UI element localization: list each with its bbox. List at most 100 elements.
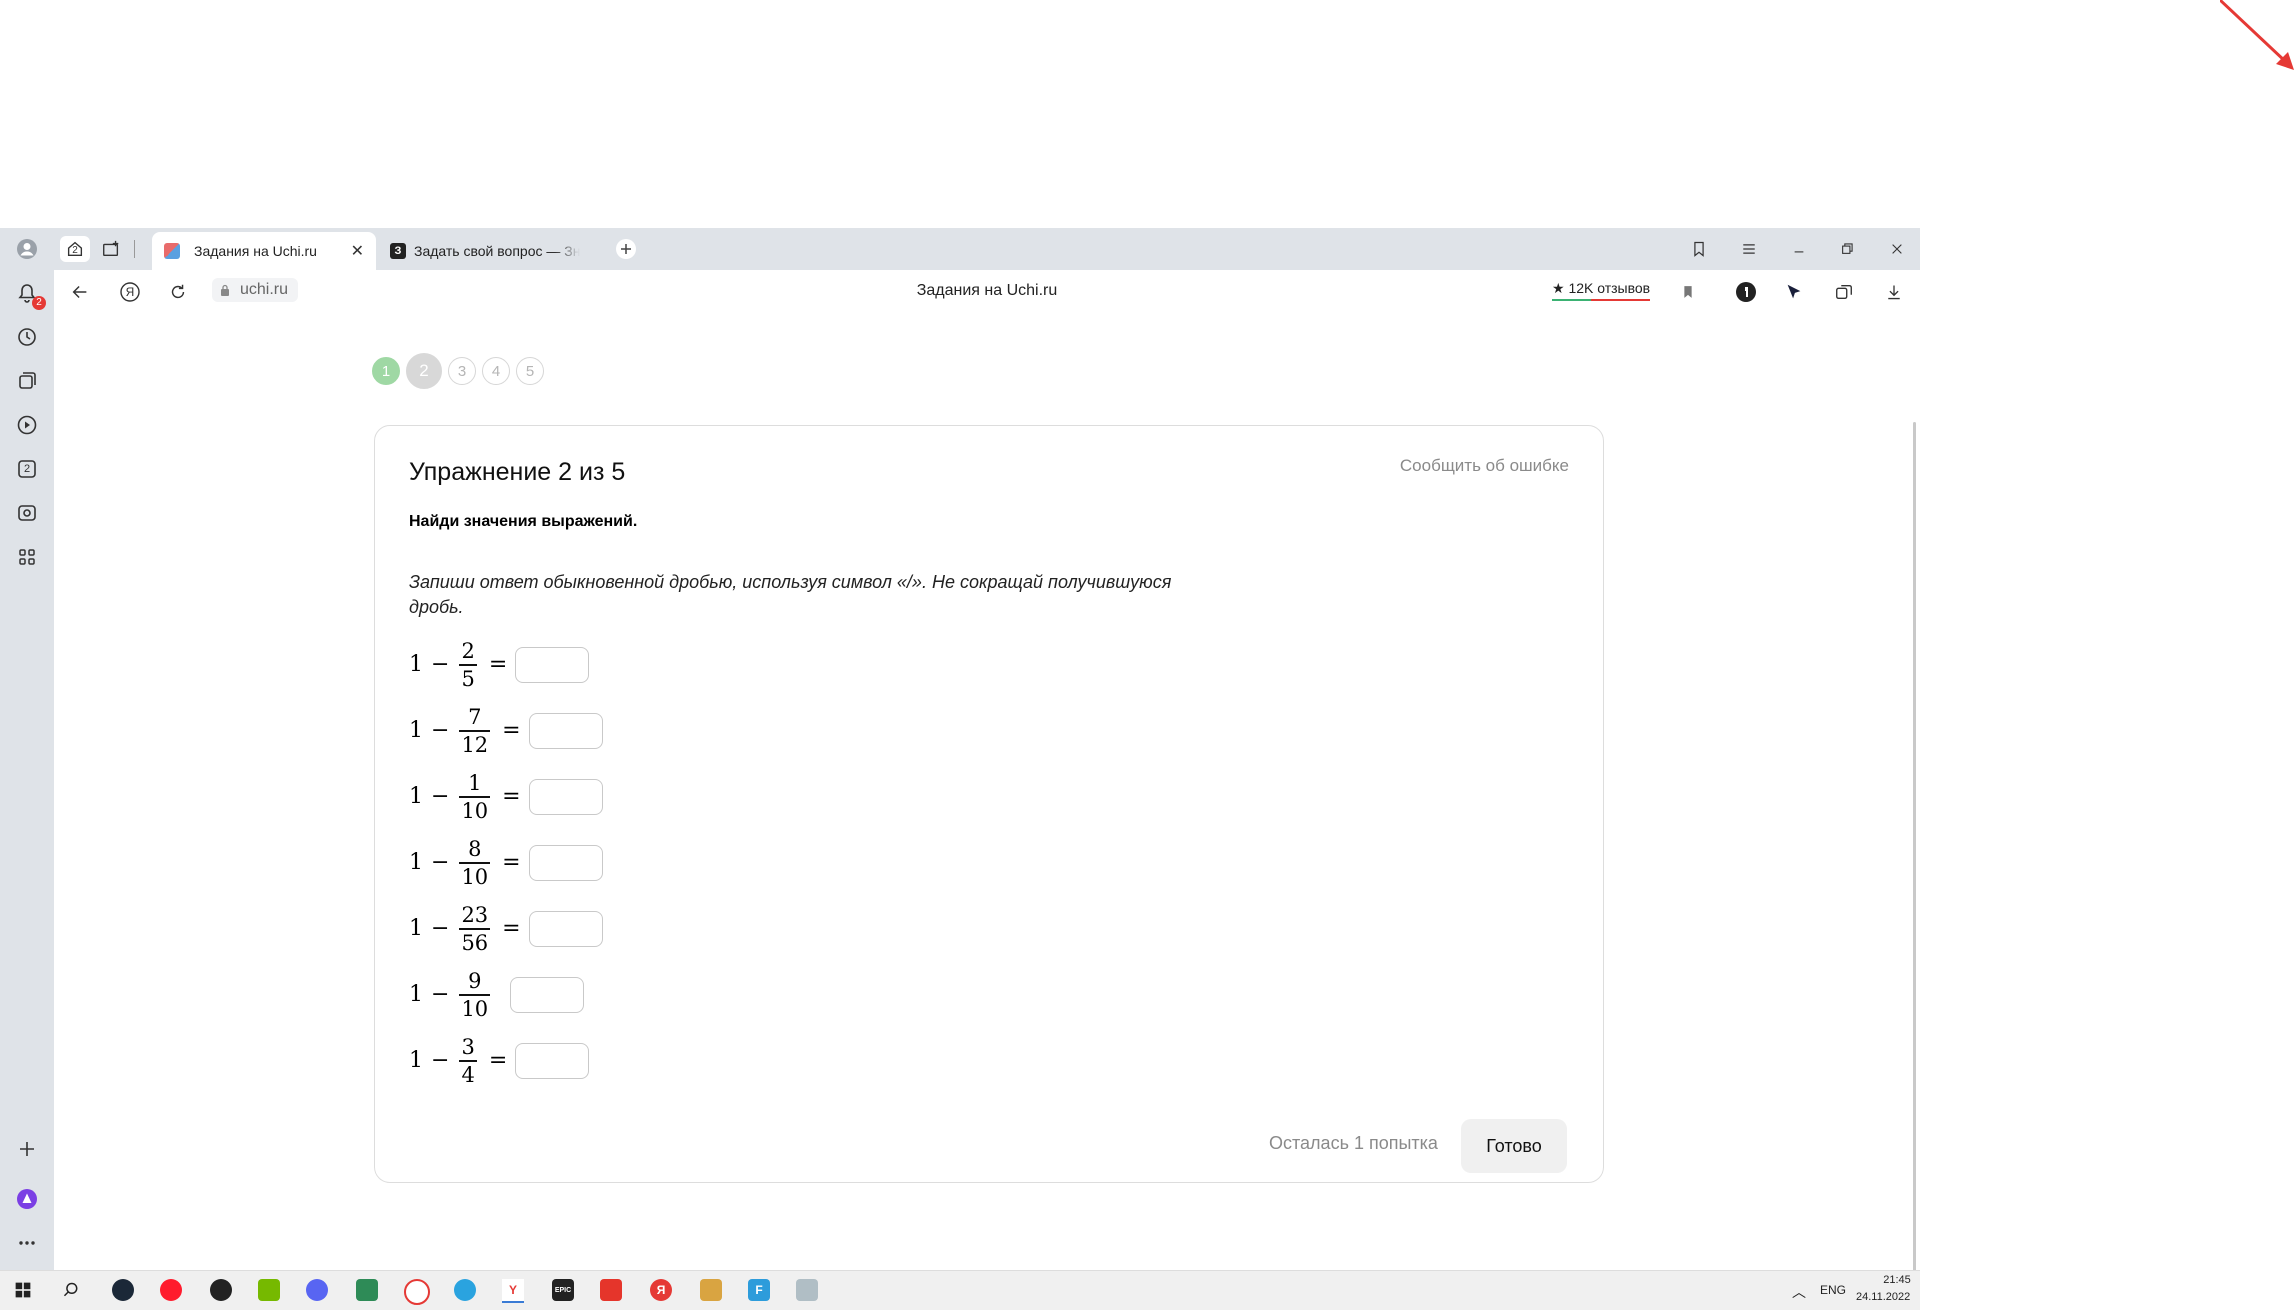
exercise-instruction: Найди значения выражений. — [409, 513, 638, 530]
step-3[interactable]: 3 — [448, 357, 476, 385]
play-icon[interactable] — [12, 410, 42, 440]
minus-sign: − — [431, 718, 450, 744]
cs-go-icon[interactable] — [700, 1279, 722, 1301]
fraction: 1 10 — [459, 770, 491, 824]
cursor-icon[interactable] — [1780, 278, 1808, 306]
report-error-link[interactable]: Сообщить об ошибке — [1400, 456, 1569, 476]
expression-row: 1−7 12 = — [409, 704, 603, 758]
profile-icon[interactable] — [12, 234, 42, 264]
anydesk-icon[interactable] — [600, 1279, 622, 1301]
bookmarks-icon[interactable] — [1684, 236, 1714, 262]
new-group-icon[interactable] — [96, 236, 126, 262]
yandex-icon-taskbar[interactable]: Я — [650, 1279, 672, 1301]
nvidia-icon[interactable] — [258, 1279, 280, 1301]
menu-icon[interactable] — [1734, 236, 1764, 262]
clock-date[interactable]: 24.11.2022 — [1856, 1291, 1910, 1303]
discord-icon[interactable] — [306, 1279, 328, 1301]
page-scrollbar[interactable] — [1913, 422, 1916, 1274]
whole-number: 1 — [409, 652, 423, 678]
opera-gx-icon[interactable] — [404, 1279, 430, 1305]
tray-chevron-icon[interactable]: ︿ — [1792, 1282, 1806, 1302]
download-icon[interactable] — [1880, 278, 1908, 306]
restore-icon[interactable] — [1832, 236, 1862, 262]
faceit-icon[interactable]: F — [748, 1279, 770, 1301]
fraction-numerator: 7 — [468, 705, 482, 729]
whole-number: 1 — [409, 1048, 423, 1074]
collections-icon[interactable] — [12, 366, 42, 396]
answer-input[interactable] — [515, 1042, 590, 1079]
fraction-numerator: 9 — [468, 969, 482, 993]
fraction-numerator: 23 — [461, 903, 489, 927]
windows-start-icon[interactable] — [12, 1279, 34, 1301]
answer-input[interactable] — [515, 646, 590, 683]
minimize-icon[interactable] — [1784, 236, 1814, 262]
whole-number: 1 — [409, 850, 423, 876]
expression-row: 1−2 5 = — [409, 638, 590, 692]
submit-button[interactable]: Готово — [1461, 1119, 1567, 1173]
cloud-app-icon[interactable] — [796, 1279, 818, 1301]
answer-input[interactable] — [528, 712, 603, 749]
minus-sign: − — [431, 850, 450, 876]
add-panel-icon[interactable] — [12, 1134, 42, 1164]
fraction-denominator: 10 — [461, 864, 489, 889]
language-indicator[interactable]: ENG — [1820, 1283, 1846, 1297]
tab-label: Задать свой вопрос — Зн — [414, 243, 581, 259]
fraction-denominator: 12 — [461, 732, 489, 757]
attempts-left: Осталась 1 попытка — [1269, 1133, 1438, 1153]
new-tab-button[interactable] — [614, 237, 638, 261]
bell-icon[interactable]: 2 — [12, 278, 46, 310]
reviews-badge[interactable]: ★ 12K отзывов — [1552, 280, 1651, 301]
exercise-card: Упражнение 2 из 5 Сообщить об ошибке Най… — [374, 425, 1604, 1183]
screenshot-icon[interactable] — [12, 498, 42, 528]
browser-window: 2 2 2 Задания на Uchi.ru ✕ З Задать свой… — [0, 228, 1920, 1274]
browser-sidebar: 2 2 — [0, 228, 54, 1270]
step-4[interactable]: 4 — [482, 357, 510, 385]
fraction-numerator: 8 — [468, 837, 482, 861]
equals-sign: = — [502, 718, 521, 744]
close-window-icon[interactable] — [1882, 236, 1912, 262]
exercise-steps: 1 2 3 4 5 — [372, 353, 544, 389]
tab-uchi[interactable]: Задания на Uchi.ru ✕ — [152, 232, 376, 270]
minecraft-icon[interactable] — [356, 1279, 378, 1301]
step-5[interactable]: 5 — [516, 357, 544, 385]
answer-input[interactable] — [528, 844, 603, 881]
history-icon[interactable] — [12, 322, 42, 352]
fraction: 34 — [459, 1034, 477, 1088]
app-g-icon[interactable] — [210, 1279, 232, 1301]
minus-sign: − — [431, 1048, 450, 1074]
exercise-hint: Запиши ответ обыкновенной дробью, исполь… — [409, 572, 1172, 617]
collections-count-icon[interactable]: 2 — [12, 454, 42, 484]
tabs-sync-icon[interactable] — [1830, 278, 1858, 306]
exercise-title: Упражнение 2 из 5 — [409, 458, 626, 486]
steam-icon[interactable] — [112, 1279, 134, 1301]
clock-time[interactable]: 21:45 — [1870, 1274, 1924, 1286]
yandex-browser-icon[interactable]: Y — [502, 1279, 524, 1303]
bookmark-icon[interactable] — [1674, 278, 1702, 306]
close-tab-icon[interactable]: ✕ — [351, 241, 364, 261]
minus-sign: − — [431, 652, 450, 678]
answer-input[interactable] — [510, 976, 585, 1013]
minus-sign: − — [431, 916, 450, 942]
telegram-icon[interactable] — [454, 1279, 476, 1301]
answer-input[interactable] — [528, 910, 603, 947]
notification-badge: 2 — [32, 296, 46, 310]
uchi-favicon-icon — [164, 243, 180, 259]
equals-sign: = — [488, 1048, 508, 1074]
fraction-denominator: 5 — [461, 666, 475, 691]
apps-grid-icon[interactable] — [12, 542, 42, 572]
step-1[interactable]: 1 — [372, 357, 400, 385]
more-icon[interactable] — [12, 1228, 42, 1258]
search-icon[interactable] — [60, 1279, 82, 1301]
shield-icon[interactable] — [1732, 278, 1760, 306]
answer-input[interactable] — [528, 778, 603, 815]
alice-icon[interactable] — [12, 1184, 42, 1214]
znanija-favicon-icon: З — [390, 243, 406, 259]
step-2[interactable]: 2 — [406, 353, 442, 389]
tab-groups-button[interactable]: 2 — [60, 236, 90, 262]
windows-taskbar: Y EPIC Я F ︿ ENG 21:45 24.11.2022 — [0, 1270, 1920, 1310]
opera-icon[interactable] — [160, 1279, 182, 1301]
fraction: 25 — [459, 638, 477, 692]
epic-games-icon[interactable]: EPIC — [552, 1279, 574, 1301]
fraction-numerator: 3 — [461, 1035, 475, 1059]
tab-znanija[interactable]: З Задать свой вопрос — Зн — [380, 232, 600, 270]
